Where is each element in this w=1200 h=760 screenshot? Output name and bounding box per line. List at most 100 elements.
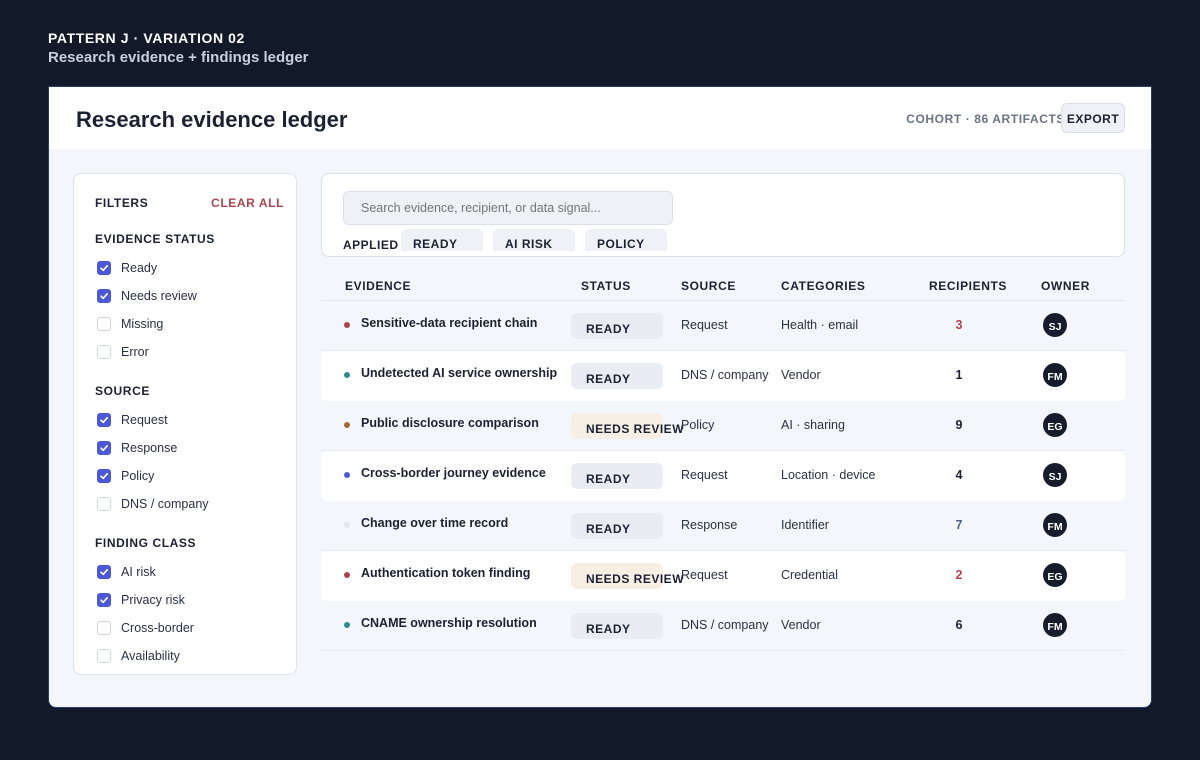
status-badge: READY	[571, 313, 663, 339]
evidence-title: Cross-border journey evidence	[361, 466, 546, 480]
column-evidence[interactable]: EVIDENCE	[345, 279, 411, 293]
checkbox-checked[interactable]	[97, 261, 111, 275]
app-frame: PATTERN J · VARIATION 02 Research eviden…	[0, 0, 1200, 760]
table-row[interactable]: CNAME ownership resolution READY DNS / com…	[321, 601, 1125, 651]
categories-cell: Vendor	[781, 618, 821, 632]
status-dot	[344, 522, 350, 528]
column-status[interactable]: STATUS	[581, 279, 631, 293]
pattern-subtitle: Research evidence + findings ledger	[48, 49, 309, 66]
checkbox-checked[interactable]	[97, 593, 111, 607]
table-row[interactable]: Cross-border journey evidence READY Reques…	[321, 451, 1125, 501]
status-dot	[344, 472, 350, 478]
column-recipients[interactable]: RECIPIENTS	[929, 279, 1007, 293]
source-cell: Request	[681, 318, 728, 332]
status-dot	[344, 422, 350, 428]
recipients-count: 1	[955, 368, 963, 382]
source-cell: DNS / company	[681, 368, 769, 382]
filter-option[interactable]: AI risk	[95, 558, 196, 586]
filter-option[interactable]: Error	[95, 338, 215, 366]
table-header: EVIDENCE STATUS SOURCE CATEGORIES RECIPI…	[321, 271, 1125, 301]
applied-chip-ai-risk[interactable]: AI RISK	[493, 229, 575, 251]
status-badge: READY	[571, 463, 663, 489]
recipients-count: 2	[955, 568, 963, 582]
filter-option[interactable]: DNS / company	[95, 490, 209, 518]
table-row[interactable]: Undetected AI service ownership READY DNS …	[321, 351, 1125, 401]
table-row[interactable]: Sensitive-data recipient chain READY Reque…	[321, 301, 1125, 351]
filter-option[interactable]: Request	[95, 406, 209, 434]
filter-option-label: Availability	[121, 649, 180, 663]
categories-cell: Health · email	[781, 318, 859, 332]
filter-option-label: AI risk	[121, 565, 156, 579]
export-button[interactable]: EXPORT	[1061, 103, 1125, 133]
checkbox-unchecked[interactable]	[97, 649, 111, 663]
column-categories[interactable]: CATEGORIES	[781, 279, 865, 293]
filter-group-title: EVIDENCE STATUS	[95, 232, 215, 246]
status-dot	[344, 622, 350, 628]
filter-option[interactable]: Policy	[95, 462, 209, 490]
filter-option[interactable]: Missing	[95, 310, 215, 338]
source-cell: Request	[681, 468, 728, 482]
evidence-title: CNAME ownership resolution	[361, 616, 537, 630]
column-owner[interactable]: OWNER	[1041, 279, 1090, 293]
owner-avatar[interactable]: SJ	[1043, 313, 1067, 337]
filters-panel: FILTERS CLEAR ALL EVIDENCE STATUS Ready Ne…	[73, 173, 297, 675]
table-row[interactable]: Change over time record READY Response Iden…	[321, 501, 1125, 551]
column-source[interactable]: SOURCE	[681, 279, 736, 293]
checkbox-unchecked[interactable]	[97, 621, 111, 635]
source-cell: Request	[681, 568, 728, 582]
filter-option[interactable]: Cross-border	[95, 614, 196, 642]
checkbox-unchecked[interactable]	[97, 317, 111, 331]
checkbox-checked[interactable]	[97, 441, 111, 455]
categories-cell: Location · device	[781, 468, 876, 482]
recipients-count: 9	[955, 418, 963, 432]
status-badge: NEEDS REVIEW	[571, 413, 684, 439]
filter-option-label: Needs review	[121, 289, 197, 303]
status-dot	[344, 372, 350, 378]
checkbox-unchecked[interactable]	[97, 497, 111, 511]
status-dot	[344, 572, 350, 578]
filter-option[interactable]: Availability	[95, 642, 196, 670]
filter-option[interactable]: Response	[95, 434, 209, 462]
owner-avatar[interactable]: EG	[1043, 563, 1067, 587]
filter-group: EVIDENCE STATUS Ready Needs review Missing E…	[95, 232, 215, 366]
filters-title: FILTERS	[95, 196, 149, 210]
table-row[interactable]: Authentication token finding NEEDS REVIEW…	[321, 551, 1125, 601]
filter-option-label: Policy	[121, 469, 155, 483]
filter-option[interactable]: Needs review	[95, 282, 215, 310]
checkbox-checked[interactable]	[97, 413, 111, 427]
owner-avatar[interactable]: FM	[1043, 363, 1067, 387]
filter-option[interactable]: Ready	[95, 254, 215, 282]
checkbox-unchecked[interactable]	[97, 345, 111, 359]
source-cell: Response	[681, 518, 738, 532]
evidence-title: Undetected AI service ownership	[361, 366, 558, 380]
checkbox-checked[interactable]	[97, 565, 111, 579]
checkbox-checked[interactable]	[97, 469, 111, 483]
recipients-count: 6	[955, 618, 963, 632]
filter-option-label: DNS / company	[121, 497, 209, 511]
filter-group: SOURCE Request Response Policy DNS / company	[95, 384, 209, 518]
filter-group-title: FINDING CLASS	[95, 536, 197, 550]
table-row[interactable]: Public disclosure comparison NEEDS REVIEW…	[321, 401, 1125, 451]
owner-avatar[interactable]: SJ	[1043, 463, 1067, 487]
owner-avatar[interactable]: EG	[1043, 413, 1067, 437]
search-card: APPLIED READY AI RISK POLICY	[321, 173, 1125, 257]
owner-avatar[interactable]: FM	[1043, 513, 1067, 537]
checkbox-checked[interactable]	[97, 289, 111, 303]
recipients-count: 4	[955, 468, 963, 482]
filter-option-label: Ready	[121, 261, 158, 275]
status-badge: READY	[571, 363, 663, 389]
categories-cell: Credential	[781, 568, 838, 582]
owner-avatar[interactable]: FM	[1043, 613, 1067, 637]
applied-chip-policy[interactable]: POLICY	[585, 229, 667, 251]
filter-option-label: Request	[121, 413, 168, 427]
filter-option[interactable]: Privacy risk	[95, 586, 196, 614]
categories-cell: Identifier	[781, 518, 829, 532]
source-cell: Policy	[681, 418, 715, 432]
applied-chip-ready[interactable]: READY	[401, 229, 483, 251]
clear-all-button[interactable]: CLEAR ALL	[211, 196, 284, 210]
evidence-title: Public disclosure comparison	[361, 416, 539, 430]
recipients-count: 7	[955, 518, 963, 532]
filter-group: FINDING CLASS AI risk Privacy risk Cross-bo…	[95, 536, 196, 670]
search-input[interactable]	[343, 191, 673, 225]
filter-option-label: Privacy risk	[121, 593, 185, 607]
